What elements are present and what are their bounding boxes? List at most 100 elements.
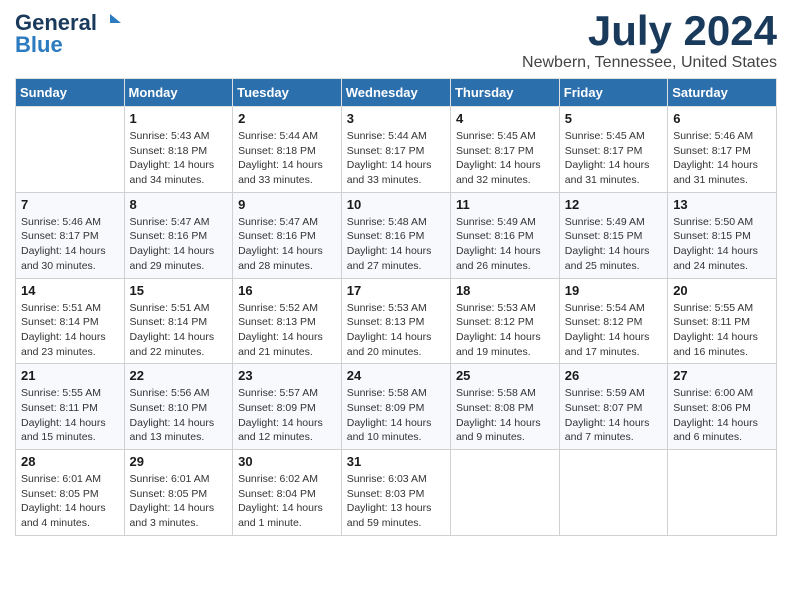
calendar-cell: 17Sunrise: 5:53 AMSunset: 8:13 PMDayligh… — [341, 278, 450, 364]
month-title: July 2024 — [522, 10, 777, 52]
cell-info-text: Sunrise: 6:03 AMSunset: 8:03 PMDaylight:… — [347, 472, 445, 531]
calendar-cell: 1 Sunrise: 5:43 AMSunset: 8:18 PMDaylight… — [124, 107, 233, 193]
cell-date-number: 18 — [456, 283, 554, 298]
cell-date-number: 7 — [21, 197, 119, 212]
calendar-cell: 15 Sunrise: 5:51 AMSunset: 8:14 PMDayligh… — [124, 278, 233, 364]
calendar-cell: 16 Sunrise: 5:52 AMSunset: 8:13 PMDayligh… — [233, 278, 342, 364]
cell-info-text: Sunrise: 5:58 AMSunset: 8:09 PMDaylight:… — [347, 386, 445, 445]
calendar-cell: 30 Sunrise: 6:02 AMSunset: 8:04 PMDayligh… — [233, 450, 342, 536]
calendar-cell: 9 Sunrise: 5:47 AMSunset: 8:16 PMDaylight… — [233, 192, 342, 278]
calendar-cell: 4Sunrise: 5:45 AMSunset: 8:17 PMDaylight… — [450, 107, 559, 193]
cell-info-text: Sunrise: 5:58 AMSunset: 8:08 PMDaylight:… — [456, 386, 554, 445]
cell-info-text: Sunrise: 5:48 AMSunset: 8:16 PMDaylight:… — [347, 215, 445, 274]
page-header: General Blue July 2024 Newbern, Tennesse… — [15, 10, 777, 72]
calendar-week-row: 28 Sunrise: 6:01 AMSunset: 8:05 PMDayligh… — [16, 450, 777, 536]
calendar-cell: 20 Sunrise: 5:55 AMSunset: 8:11 PMDayligh… — [668, 278, 777, 364]
cell-date-number: 26 — [565, 368, 662, 383]
cell-info-text: Sunrise: 5:55 AMSunset: 8:11 PMDaylight:… — [21, 386, 119, 445]
cell-date-number: 28 — [21, 454, 119, 469]
cell-info-text: Sunrise: 5:43 AMSunset: 8:18 PMDaylight:… — [130, 129, 228, 188]
cell-date-number: 14 — [21, 283, 119, 298]
cell-date-number: 13 — [673, 197, 771, 212]
cell-info-text: Sunrise: 5:53 AMSunset: 8:12 PMDaylight:… — [456, 301, 554, 360]
calendar-cell: 3Sunrise: 5:44 AMSunset: 8:17 PMDaylight… — [341, 107, 450, 193]
logo: General Blue — [15, 10, 121, 58]
weekday-header-sunday: Sunday — [16, 79, 125, 107]
calendar-cell: 29 Sunrise: 6:01 AMSunset: 8:05 PMDayligh… — [124, 450, 233, 536]
title-area: July 2024 Newbern, Tennessee, United Sta… — [522, 10, 777, 72]
calendar-cell: 6 Sunrise: 5:46 AMSunset: 8:17 PMDaylight… — [668, 107, 777, 193]
cell-info-text: Sunrise: 5:51 AMSunset: 8:14 PMDaylight:… — [130, 301, 228, 360]
weekday-header-tuesday: Tuesday — [233, 79, 342, 107]
cell-info-text: Sunrise: 5:46 AMSunset: 8:17 PMDaylight:… — [673, 129, 771, 188]
weekday-header-monday: Monday — [124, 79, 233, 107]
calendar-cell: 18 Sunrise: 5:53 AMSunset: 8:12 PMDayligh… — [450, 278, 559, 364]
calendar-cell: 5Sunrise: 5:45 AMSunset: 8:17 PMDaylight… — [559, 107, 667, 193]
cell-info-text: Sunrise: 5:44 AMSunset: 8:18 PMDaylight:… — [238, 129, 336, 188]
calendar-cell: 10 Sunrise: 5:48 AMSunset: 8:16 PMDayligh… — [341, 192, 450, 278]
cell-info-text: Sunrise: 5:55 AMSunset: 8:11 PMDaylight:… — [673, 301, 771, 360]
calendar-cell — [668, 450, 777, 536]
location: Newbern, Tennessee, United States — [522, 54, 777, 72]
calendar-cell: 11Sunrise: 5:49 AMSunset: 8:16 PMDayligh… — [450, 192, 559, 278]
calendar-cell — [16, 107, 125, 193]
cell-date-number: 25 — [456, 368, 554, 383]
cell-date-number: 27 — [673, 368, 771, 383]
calendar-week-row: 21 Sunrise: 5:55 AMSunset: 8:11 PMDayligh… — [16, 364, 777, 450]
cell-info-text: Sunrise: 5:46 AMSunset: 8:17 PMDaylight:… — [21, 215, 119, 274]
calendar-cell: 23 Sunrise: 5:57 AMSunset: 8:09 PMDayligh… — [233, 364, 342, 450]
cell-info-text: Sunrise: 5:45 AMSunset: 8:17 PMDaylight:… — [565, 129, 662, 188]
cell-date-number: 6 — [673, 111, 771, 126]
cell-date-number: 4 — [456, 111, 554, 126]
cell-info-text: Sunrise: 5:53 AMSunset: 8:13 PMDaylight:… — [347, 301, 445, 360]
calendar-cell: 21 Sunrise: 5:55 AMSunset: 8:11 PMDayligh… — [16, 364, 125, 450]
calendar-cell: 28 Sunrise: 6:01 AMSunset: 8:05 PMDayligh… — [16, 450, 125, 536]
cell-date-number: 9 — [238, 197, 336, 212]
cell-date-number: 22 — [130, 368, 228, 383]
calendar-cell: 14 Sunrise: 5:51 AMSunset: 8:14 PMDayligh… — [16, 278, 125, 364]
cell-date-number: 15 — [130, 283, 228, 298]
calendar-cell: 31 Sunrise: 6:03 AMSunset: 8:03 PMDayligh… — [341, 450, 450, 536]
cell-date-number: 30 — [238, 454, 336, 469]
cell-date-number: 1 — [130, 111, 228, 126]
cell-info-text: Sunrise: 5:51 AMSunset: 8:14 PMDaylight:… — [21, 301, 119, 360]
cell-date-number: 19 — [565, 283, 662, 298]
calendar-cell — [559, 450, 667, 536]
cell-date-number: 29 — [130, 454, 228, 469]
calendar-cell: 27 Sunrise: 6:00 AMSunset: 8:06 PMDayligh… — [668, 364, 777, 450]
calendar-cell: 22Sunrise: 5:56 AMSunset: 8:10 PMDayligh… — [124, 364, 233, 450]
cell-date-number: 20 — [673, 283, 771, 298]
cell-info-text: Sunrise: 5:47 AMSunset: 8:16 PMDaylight:… — [238, 215, 336, 274]
cell-date-number: 16 — [238, 283, 336, 298]
weekday-header-friday: Friday — [559, 79, 667, 107]
calendar-week-row: 7 Sunrise: 5:46 AMSunset: 8:17 PMDaylight… — [16, 192, 777, 278]
cell-date-number: 24 — [347, 368, 445, 383]
cell-date-number: 31 — [347, 454, 445, 469]
cell-info-text: Sunrise: 6:01 AMSunset: 8:05 PMDaylight:… — [130, 472, 228, 531]
cell-date-number: 21 — [21, 368, 119, 383]
cell-info-text: Sunrise: 5:57 AMSunset: 8:09 PMDaylight:… — [238, 386, 336, 445]
cell-info-text: Sunrise: 5:52 AMSunset: 8:13 PMDaylight:… — [238, 301, 336, 360]
cell-info-text: Sunrise: 5:49 AMSunset: 8:16 PMDaylight:… — [456, 215, 554, 274]
logo-bird-icon — [99, 12, 121, 34]
weekday-header-thursday: Thursday — [450, 79, 559, 107]
cell-date-number: 10 — [347, 197, 445, 212]
cell-date-number: 12 — [565, 197, 662, 212]
calendar-cell: 19Sunrise: 5:54 AMSunset: 8:12 PMDayligh… — [559, 278, 667, 364]
cell-date-number: 23 — [238, 368, 336, 383]
cell-date-number: 2 — [238, 111, 336, 126]
calendar-week-row: 1 Sunrise: 5:43 AMSunset: 8:18 PMDaylight… — [16, 107, 777, 193]
calendar-cell: 8Sunrise: 5:47 AMSunset: 8:16 PMDaylight… — [124, 192, 233, 278]
cell-info-text: Sunrise: 6:00 AMSunset: 8:06 PMDaylight:… — [673, 386, 771, 445]
cell-date-number: 8 — [130, 197, 228, 212]
calendar-cell — [450, 450, 559, 536]
cell-info-text: Sunrise: 5:59 AMSunset: 8:07 PMDaylight:… — [565, 386, 662, 445]
cell-info-text: Sunrise: 5:44 AMSunset: 8:17 PMDaylight:… — [347, 129, 445, 188]
calendar-cell: 24 Sunrise: 5:58 AMSunset: 8:09 PMDayligh… — [341, 364, 450, 450]
weekday-header-wednesday: Wednesday — [341, 79, 450, 107]
cell-info-text: Sunrise: 5:49 AMSunset: 8:15 PMDaylight:… — [565, 215, 662, 274]
cell-info-text: Sunrise: 6:01 AMSunset: 8:05 PMDaylight:… — [21, 472, 119, 531]
calendar-cell: 2 Sunrise: 5:44 AMSunset: 8:18 PMDaylight… — [233, 107, 342, 193]
cell-info-text: Sunrise: 6:02 AMSunset: 8:04 PMDaylight:… — [238, 472, 336, 531]
calendar-cell: 13Sunrise: 5:50 AMSunset: 8:15 PMDayligh… — [668, 192, 777, 278]
